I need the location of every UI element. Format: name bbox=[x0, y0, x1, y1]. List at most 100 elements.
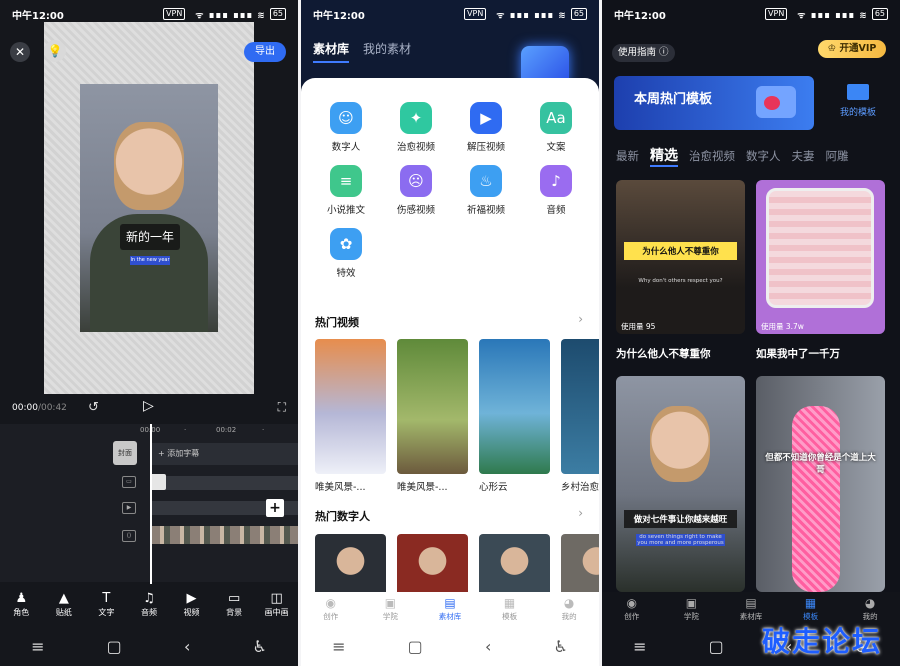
export-button[interactable]: 导出 bbox=[244, 42, 286, 62]
category-item[interactable]: ☺ 数字人 bbox=[311, 102, 381, 153]
tab-couple[interactable]: 夫妻 bbox=[792, 148, 815, 167]
home-icon[interactable]: ▢ bbox=[107, 637, 122, 656]
tab-featured[interactable]: 精选 bbox=[650, 145, 678, 167]
ruler-tick: · bbox=[262, 426, 265, 434]
tab-adiao[interactable]: 阿雕 bbox=[826, 148, 849, 167]
card-uses: 使用量 95 bbox=[621, 322, 656, 331]
tab-my-assets[interactable]: 我的素材 bbox=[363, 40, 411, 63]
category-item[interactable]: ✦ 治愈视频 bbox=[381, 102, 451, 153]
status-icons: VPN ᯤ ∎∎∎ ∎∎∎ ≋ 65 bbox=[464, 8, 587, 21]
close-icon[interactable]: ✕ bbox=[10, 42, 30, 62]
category-label: 特效 bbox=[336, 268, 356, 279]
tab-healing[interactable]: 治愈视频 bbox=[689, 148, 735, 167]
bottom-tab-create[interactable]: ◉ 创作 bbox=[607, 596, 657, 622]
tool-sticker[interactable]: ▲ 贴纸 bbox=[43, 590, 85, 624]
caption-main[interactable]: 新的一年 bbox=[120, 224, 180, 250]
bottom-tab-create[interactable]: ◉ 创作 bbox=[306, 596, 356, 622]
category-item[interactable]: ▶ 解压视频 bbox=[451, 102, 521, 153]
background-icon: ▭ bbox=[227, 591, 241, 606]
category-item[interactable]: ♨ 祈福视频 bbox=[451, 165, 521, 216]
status-bar: 中午12:00 VPN ᯤ ∎∎∎ ∎∎∎ ≋ 65 bbox=[301, 0, 599, 28]
template-card[interactable]: 但都不知道你曾经是个道上大哥 bbox=[756, 376, 885, 592]
pip-icon: ◫ bbox=[270, 591, 283, 606]
fullscreen-icon[interactable]: ⛶ bbox=[278, 400, 286, 415]
bottom-tab-profile[interactable]: ◕ 我的 bbox=[845, 596, 895, 622]
library-icon: ▤ bbox=[444, 596, 456, 610]
bottom-tab-learn[interactable]: ▣ 学院 bbox=[365, 596, 415, 622]
caption-sub[interactable]: In the new year bbox=[130, 256, 170, 265]
bottom-tab-library[interactable]: ▤ 素材库 bbox=[726, 596, 776, 622]
category-item[interactable]: Aa 文案 bbox=[521, 102, 591, 153]
digital-human-card[interactable] bbox=[561, 534, 599, 594]
tool-background[interactable]: ▭ 背景 bbox=[213, 590, 255, 624]
text-track[interactable] bbox=[150, 476, 298, 490]
tab-library[interactable]: 素材库 bbox=[313, 40, 350, 63]
video-thumbnail bbox=[479, 339, 550, 474]
video-thumbnail bbox=[315, 339, 386, 474]
category-grid: ☺ 数字人 ✦ 治愈视频 ▶ 解压视频 Aa 文案 ≡ 小说推文 ☹ 伤感视频 ♨ 祈福视频 ♪ 音频 ✿ 特效 bbox=[311, 102, 591, 279]
bottom-tab-template[interactable]: ▦ 模板 bbox=[786, 596, 836, 622]
accessibility-icon[interactable]: ♿ bbox=[253, 637, 267, 656]
home-icon[interactable]: ▢ bbox=[709, 637, 724, 656]
category-label: 伤感视频 bbox=[396, 205, 435, 216]
category-item[interactable]: ♪ 音频 bbox=[521, 165, 591, 216]
video-card[interactable]: 心形云 bbox=[479, 339, 550, 493]
bottom-tab-profile[interactable]: ◕ 我的 bbox=[544, 596, 594, 622]
tab-latest[interactable]: 最新 bbox=[616, 148, 639, 167]
library-sheet: ☺ 数字人 ✦ 治愈视频 ▶ 解压视频 Aa 文案 ≡ 小说推文 ☹ 伤感视频 ♨ 祈福视频 ♪ 音频 ✿ 特效 … bbox=[301, 78, 599, 598]
vpn-icon: VPN bbox=[464, 8, 487, 20]
play-icon[interactable]: ▷ bbox=[143, 398, 154, 414]
vip-button[interactable]: ♔ 开通VIP bbox=[818, 40, 886, 58]
tool-text[interactable]: T 文字 bbox=[85, 590, 127, 624]
weekly-banner[interactable]: 本周热门模板 bbox=[614, 76, 814, 130]
tool-role[interactable]: ♟ 角色 bbox=[0, 590, 42, 624]
tool-audio[interactable]: ♫ 音频 bbox=[128, 590, 170, 624]
undo-icon[interactable]: ↺ bbox=[88, 400, 99, 415]
digital-human-thumbnail bbox=[479, 534, 550, 594]
battery-icon: 65 bbox=[269, 8, 286, 20]
menu-icon[interactable]: ≡ bbox=[633, 637, 646, 656]
template-card[interactable]: 使用量 3.7w bbox=[756, 180, 885, 334]
card-title: 如果我中了一千万 bbox=[756, 348, 840, 360]
video-preview[interactable]: 新的一年 In the new year bbox=[80, 84, 218, 332]
category-item[interactable]: ☹ 伤感视频 bbox=[381, 165, 451, 216]
learn-icon: ▣ bbox=[384, 596, 397, 610]
cover-thumbnail[interactable]: 封面 bbox=[113, 441, 137, 465]
digital-human-card[interactable] bbox=[397, 534, 468, 594]
template-categories: 最新 精选 治愈视频 数字人 夫妻 阿雕 bbox=[616, 148, 849, 167]
bottom-tab-template[interactable]: ▦ 模板 bbox=[485, 596, 535, 622]
add-clip-button[interactable]: + bbox=[266, 499, 284, 517]
tool-video[interactable]: ▶ 视频 bbox=[171, 590, 213, 624]
status-icons: VPN ᯤ ∎∎∎ ∎∎∎ ≋ 65 bbox=[163, 8, 286, 21]
template-card[interactable]: 为什么他人不尊重你 Why don't others respect you? … bbox=[616, 180, 745, 334]
bottom-tab-learn[interactable]: ▣ 学院 bbox=[666, 596, 716, 622]
menu-icon[interactable]: ≡ bbox=[31, 637, 44, 656]
my-templates-button[interactable]: 我的模板 bbox=[828, 84, 888, 118]
tab-digital-human[interactable]: 数字人 bbox=[746, 148, 781, 167]
add-subtitle-button[interactable]: + 添加字幕 bbox=[152, 443, 298, 465]
guide-button[interactable]: 使用指南 ⓘ bbox=[612, 44, 675, 62]
main-video-strip[interactable] bbox=[150, 526, 298, 544]
playhead[interactable] bbox=[150, 424, 152, 584]
category-item[interactable]: ≡ 小说推文 bbox=[311, 165, 381, 216]
video-card[interactable]: 唯美风景-... bbox=[315, 339, 386, 493]
text-clip[interactable] bbox=[150, 474, 166, 490]
chevron-right-icon[interactable]: › bbox=[578, 506, 583, 520]
home-icon[interactable]: ▢ bbox=[408, 637, 423, 656]
bottom-tab-library[interactable]: ▤ 素材库 bbox=[425, 596, 475, 622]
digital-human-card[interactable] bbox=[315, 534, 386, 594]
category-item[interactable]: ✿ 特效 bbox=[311, 228, 381, 279]
menu-icon[interactable]: ≡ bbox=[332, 637, 345, 656]
lightbulb-icon[interactable]: 💡 bbox=[44, 40, 66, 62]
video-card[interactable]: 乡村治愈 bbox=[561, 339, 599, 493]
tool-pip[interactable]: ◫ 画中画 bbox=[256, 590, 298, 624]
digital-human-card[interactable] bbox=[479, 534, 550, 594]
bottom-tab-label: 素材库 bbox=[438, 612, 462, 621]
back-icon[interactable]: ‹ bbox=[184, 637, 190, 656]
video-card[interactable]: 唯美风景-... bbox=[397, 339, 468, 493]
template-card[interactable]: 做对七件事让你越来越旺 do seven things right to mak… bbox=[616, 376, 745, 592]
back-icon[interactable]: ‹ bbox=[485, 637, 491, 656]
category-label: 祈福视频 bbox=[466, 205, 505, 216]
accessibility-icon[interactable]: ♿ bbox=[554, 637, 568, 656]
chevron-right-icon[interactable]: › bbox=[578, 312, 583, 326]
